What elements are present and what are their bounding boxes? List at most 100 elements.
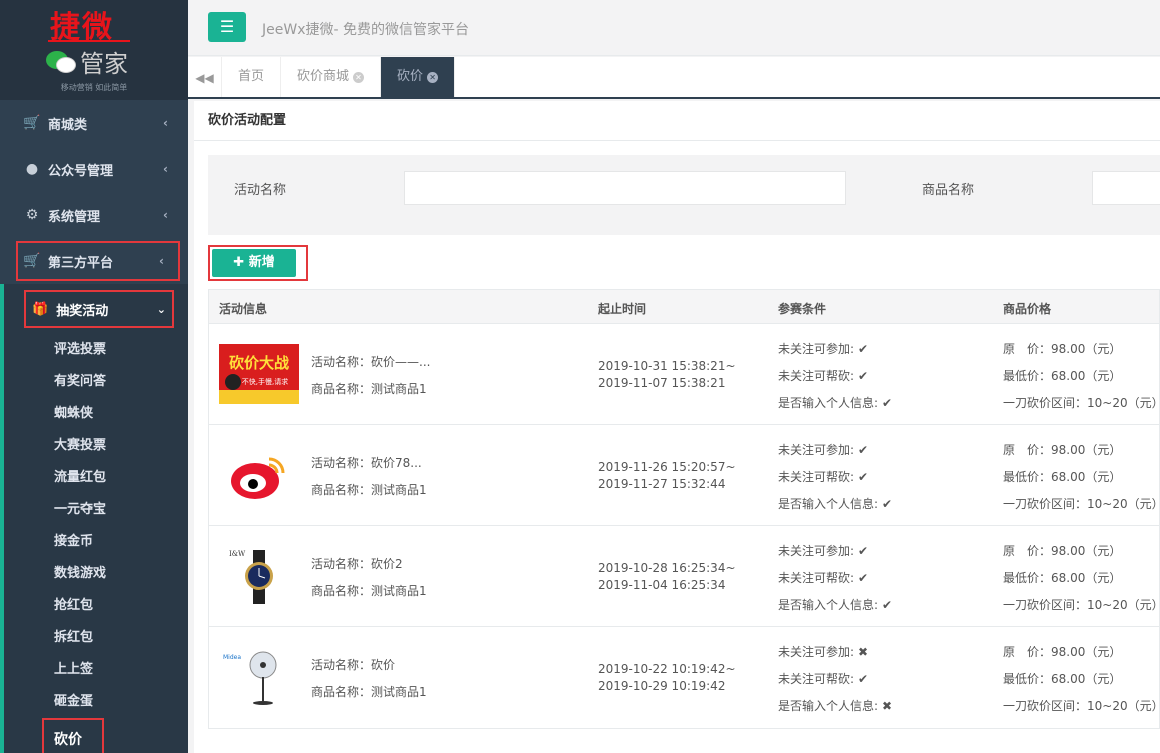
sidebar-item-mall[interactable]: 🛒 商城类 ‹ xyxy=(0,100,188,146)
table-row: I&W 活动名称：砍价2 商品名称：测试商品1 2019-10-28 16:25… xyxy=(209,526,1160,627)
submenu-item[interactable]: 评选投票 xyxy=(4,334,188,366)
tab-home[interactable]: 首页 xyxy=(222,57,282,97)
backward-icon: ◀◀ xyxy=(195,71,214,85)
condition-follow-join: 未关注可参加: ✔ xyxy=(778,443,869,457)
end-time: 2019-11-07 15:38:21 xyxy=(598,376,726,390)
cut-range: 一刀砍价区间：10~20（元） xyxy=(1003,497,1160,511)
logo-subtitle: 管家 xyxy=(46,44,128,79)
goods-name-input[interactable] xyxy=(1092,171,1160,205)
product-image xyxy=(219,445,299,505)
submenu-item-bargain[interactable]: 砍价 xyxy=(42,718,104,753)
submenu-item[interactable]: 上上签 xyxy=(4,654,188,686)
header-title: JeeWx捷微- 免费的微信管家平台 xyxy=(262,22,469,38)
sidebar: 捷微 管家 移动营销 如此简单 🛒 商城类 ‹ ● 公众号管理 ‹ ⚙ 系统管理… xyxy=(0,0,188,753)
cross-icon: ✖ xyxy=(858,645,869,659)
lowest-price: 最低价：68.00（元） xyxy=(1003,369,1122,383)
wechat-icon xyxy=(46,49,78,75)
cart-icon: 🛒 xyxy=(23,115,41,131)
submenu-item[interactable]: 流量红包 xyxy=(4,462,188,494)
original-price: 原 价：98.00（元） xyxy=(1003,544,1122,558)
condition-follow-help: 未关注可帮砍: ✔ xyxy=(778,571,869,585)
activity-name: 活动名称：砍价——... xyxy=(311,355,431,369)
check-icon: ✔ xyxy=(882,396,893,410)
tab-bar: ◀◀ 首页 砍价商城 ✕ 砍价 ✕ xyxy=(188,57,1160,99)
logo: 捷微 管家 移动营销 如此简单 xyxy=(0,0,188,100)
submenu-item[interactable]: 拆红包 xyxy=(4,622,188,654)
submenu-item[interactable]: 接金币 xyxy=(4,526,188,558)
wechat-icon: ● xyxy=(25,161,39,177)
submenu-group-lottery[interactable]: 🎁 抽奖活动 ⌄ xyxy=(24,290,174,328)
table-header: 活动信息 起止时间 参赛条件 商品价格 xyxy=(209,290,1159,324)
gear-icon: ⚙ xyxy=(25,207,39,223)
tab-bargain-mall[interactable]: 砍价商城 ✕ xyxy=(281,57,382,97)
condition-personal-info: 是否输入个人信息: ✖ xyxy=(778,699,893,713)
submenu-item[interactable]: 有奖问答 xyxy=(4,366,188,398)
condition-follow-help: 未关注可帮砍: ✔ xyxy=(778,369,869,383)
cart-icon: 🛒 xyxy=(23,253,41,269)
cut-range: 一刀砍价区间：10~20（元） xyxy=(1003,396,1160,410)
activity-name-label: 活动名称 xyxy=(234,183,287,198)
chevron-left-icon: ‹ xyxy=(163,162,168,176)
menu-toggle-button[interactable]: ☰ xyxy=(208,12,246,42)
sidebar-item-label: 商城类 xyxy=(48,117,88,133)
end-time: 2019-10-29 10:19:42 xyxy=(598,679,726,693)
svg-text:I&W: I&W xyxy=(229,550,246,558)
end-time: 2019-11-27 15:32:44 xyxy=(598,477,726,491)
chevron-left-icon: ‹ xyxy=(159,254,164,268)
cut-range: 一刀砍价区间：10~20（元） xyxy=(1003,699,1160,713)
goods-name: 商品名称：测试商品1 xyxy=(311,584,427,598)
sidebar-item-system[interactable]: ⚙ 系统管理 ‹ xyxy=(0,192,188,238)
submenu-item[interactable]: 数钱游戏 xyxy=(4,558,188,590)
condition-personal-info: 是否输入个人信息: ✔ xyxy=(778,598,893,612)
logo-divider xyxy=(48,40,130,42)
sidebar-item-label: 系统管理 xyxy=(48,209,101,225)
svg-text:不快,手慢,请求: 不快,手慢,请求 xyxy=(242,377,288,386)
close-icon[interactable]: ✕ xyxy=(353,71,365,83)
check-icon: ✔ xyxy=(858,443,869,457)
chevron-left-icon: ‹ xyxy=(163,116,168,130)
submenu-item[interactable]: 大赛投票 xyxy=(4,430,188,462)
cross-icon: ✖ xyxy=(882,699,893,713)
activity-name-input[interactable] xyxy=(404,171,846,205)
check-icon: ✔ xyxy=(858,470,869,484)
product-image: 砍价大战 不快,手慢,请求 xyxy=(219,344,299,404)
submenu-item[interactable]: 抢红包 xyxy=(4,590,188,622)
close-icon[interactable]: ✕ xyxy=(427,71,439,83)
goods-name-label: 商品名称 xyxy=(922,183,975,198)
column-header: 起止时间 xyxy=(598,302,647,316)
goods-name: 商品名称：测试商品1 xyxy=(311,483,427,497)
column-header: 活动信息 xyxy=(219,302,268,316)
sidebar-item-label: 公众号管理 xyxy=(48,163,114,179)
column-header: 商品价格 xyxy=(1003,302,1052,316)
tab-bargain[interactable]: 砍价 ✕ xyxy=(381,57,456,97)
submenu-item[interactable]: 一元夺宝 xyxy=(4,494,188,526)
plus-icon: ✚ xyxy=(233,255,245,270)
sidebar-item-third-party[interactable]: 🛒 第三方平台 ‹ xyxy=(16,241,180,281)
submenu-item[interactable]: 蜘蛛侠 xyxy=(4,398,188,430)
table-row: 活动名称：砍价78... 商品名称：测试商品1 2019-11-26 15:20… xyxy=(209,425,1160,526)
hamburger-icon: ☰ xyxy=(219,17,235,36)
add-button-wrapper: ✚ 新增 xyxy=(208,245,308,281)
check-icon: ✔ xyxy=(882,598,893,612)
sidebar-item-official-account[interactable]: ● 公众号管理 ‹ xyxy=(0,146,188,192)
logo-slogan: 移动营销 如此简单 xyxy=(60,83,128,92)
lowest-price: 最低价：68.00（元） xyxy=(1003,672,1122,686)
submenu-item[interactable]: 砸金蛋 xyxy=(4,686,188,718)
add-button[interactable]: ✚ 新增 xyxy=(212,249,296,277)
start-time: 2019-10-22 10:19:42~ xyxy=(598,662,736,676)
tab-scroll-left-button[interactable]: ◀◀ xyxy=(188,57,222,97)
start-time: 2019-10-31 15:38:21~ xyxy=(598,359,736,373)
main-content: 砍价活动配置 活动名称 商品名称 ✚ 新增 活动信息 起止时间 参赛条件 商品价… xyxy=(194,101,1160,753)
product-image: Midea xyxy=(219,647,299,707)
chevron-left-icon: ‹ xyxy=(163,208,168,222)
top-header: ☰ JeeWx捷微- 免费的微信管家平台 xyxy=(188,0,1160,56)
cut-range: 一刀砍价区间：10~20（元） xyxy=(1003,598,1160,612)
check-icon: ✔ xyxy=(858,544,869,558)
svg-text:砍价大战: 砍价大战 xyxy=(229,354,289,372)
table-row: Midea 活动名称：砍价 商品名称：测试商品1 2019-10-22 10:1… xyxy=(209,627,1160,728)
search-panel: 活动名称 商品名称 xyxy=(208,155,1160,235)
goods-name: 商品名称：测试商品1 xyxy=(311,685,427,699)
sidebar-item-label: 第三方平台 xyxy=(48,255,114,271)
original-price: 原 价：98.00（元） xyxy=(1003,443,1122,457)
check-icon: ✔ xyxy=(858,571,869,585)
